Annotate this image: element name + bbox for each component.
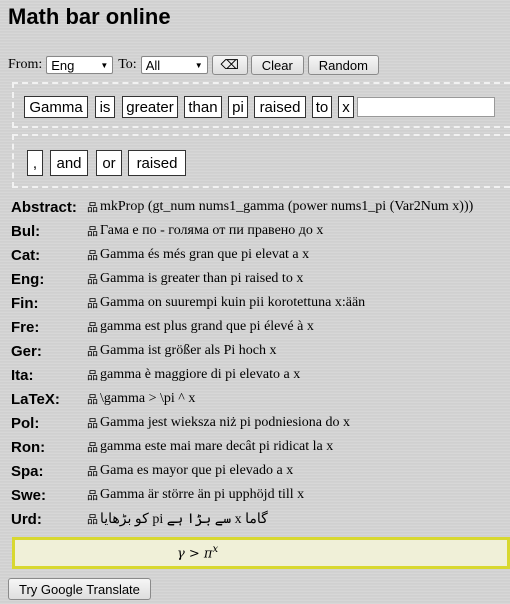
language-label: Bul:	[11, 222, 41, 240]
word-input[interactable]	[357, 97, 495, 117]
translation-text: Gamma jest wieksza niż pi podniesiona do…	[100, 415, 350, 430]
translation-row: LaTeX: 品 \gamma > \pi ^ x	[11, 389, 195, 409]
translation-text: گاما x سے بڑا ہے pi کو بڑھایا	[100, 511, 268, 527]
controls-bar: From: Eng ▼ To: All ▼ ⌫ Clear Random	[8, 55, 379, 75]
translation-row: Cat: 品 Gamma és més gran que pi elevat a…	[11, 245, 309, 265]
tree-icon[interactable]: 品	[86, 367, 99, 383]
tree-icon[interactable]: 品	[86, 511, 99, 527]
tree-icon[interactable]: 品	[86, 199, 99, 215]
tree-icon[interactable]: 品	[86, 343, 99, 359]
translation-text: Gama es mayor que pi elevado a x	[100, 463, 294, 478]
math-formula: γ > πx	[177, 544, 218, 561]
sentence-word[interactable]: greater	[122, 96, 178, 118]
translation-text: gamma è maggiore di pi elevato a x	[100, 367, 301, 382]
translation-text: Гама е по - голяма от пи правено до x	[100, 223, 324, 238]
from-language-select[interactable]: Eng ▼	[46, 56, 114, 74]
translation-row: Bul: 品 Гама е по - голяма от пи правено …	[11, 221, 323, 241]
translation-text: gamma este mai mare decât pi ridicat la …	[100, 439, 334, 454]
tree-icon[interactable]: 品	[86, 391, 99, 407]
translation-text: Gamma és més gran que pi elevat a x	[100, 247, 310, 262]
language-label: Ger:	[11, 342, 42, 360]
language-label: Urd:	[11, 510, 42, 528]
tree-icon[interactable]: 品	[86, 247, 99, 263]
language-label: Swe:	[11, 486, 47, 504]
sentence-word[interactable]: than	[184, 96, 222, 118]
translation-row: Abstract: 品 mkProp (gt_num nums1_gamma (…	[11, 197, 473, 217]
next-word-option[interactable]: and	[50, 150, 88, 176]
sentence-word[interactable]: pi	[228, 96, 248, 118]
to-language-select[interactable]: All ▼	[140, 56, 208, 74]
sentence-word[interactable]: raised	[254, 96, 306, 118]
language-label: LaTeX:	[11, 390, 60, 408]
math-exponent: x	[212, 544, 219, 555]
to-language-value: All	[145, 57, 161, 73]
translation-text: mkProp (gt_num nums1_gamma (power nums1_…	[100, 199, 474, 214]
translation-row: Fin: 品 Gamma on suurempi kuin pii korote…	[11, 293, 365, 313]
tree-icon[interactable]: 品	[86, 319, 99, 335]
tree-icon[interactable]: 品	[86, 295, 99, 311]
tree-icon[interactable]: 品	[86, 463, 99, 479]
language-label: Pol:	[11, 414, 40, 432]
translation-row: Swe: 品 Gamma är större än pi upphöjd til…	[11, 485, 304, 505]
from-label: From:	[8, 57, 43, 72]
random-button[interactable]: Random	[307, 55, 379, 75]
translation-row: Ger: 品 Gamma ist größer als Pi hoch x	[11, 341, 277, 361]
translation-row: Pol: 品 Gamma jest wieksza niż pi podnies…	[11, 413, 350, 433]
google-translate-button[interactable]: Try Google Translate	[8, 578, 151, 600]
translation-text: gamma est plus grand que pi élevé à x	[100, 319, 314, 334]
language-label: Ron:	[11, 438, 46, 456]
language-label: Fin:	[11, 294, 39, 312]
next-word-option[interactable]: ,	[27, 150, 43, 176]
language-label: Spa:	[11, 462, 44, 480]
translation-row: Fre: 品 gamma est plus grand que pi élevé…	[11, 317, 314, 337]
language-label: Eng:	[11, 270, 45, 288]
translation-text: Gamma ist größer als Pi hoch x	[100, 343, 277, 358]
sentence-word[interactable]: to	[312, 96, 332, 118]
next-word-option[interactable]: raised	[128, 150, 186, 176]
language-label: Abstract:	[11, 198, 77, 216]
translation-row: Urd: 品 گاما x سے بڑا ہے pi کو بڑھایا	[11, 509, 268, 529]
to-label: To:	[118, 57, 137, 72]
tree-icon[interactable]: 品	[86, 439, 99, 455]
sentence-word[interactable]: is	[95, 96, 115, 118]
tree-icon[interactable]: 品	[86, 415, 99, 431]
tree-icon[interactable]: 品	[86, 271, 99, 287]
language-label: Cat:	[11, 246, 41, 264]
chevron-down-icon: ▼	[194, 60, 203, 70]
chevron-down-icon: ▼	[100, 60, 109, 70]
translation-text: \gamma > \pi ^ x	[100, 391, 196, 406]
clear-button[interactable]: Clear	[250, 55, 304, 75]
translation-row: Eng: 品 Gamma is greater than pi raised t…	[11, 269, 303, 289]
page-title: Math bar online	[8, 4, 171, 29]
math-render-box: γ > πx	[12, 537, 510, 569]
tree-icon[interactable]: 品	[86, 223, 99, 239]
next-word-option[interactable]: or	[96, 150, 122, 176]
translation-text: Gamma on suurempi kuin pii korotettuna x…	[100, 295, 366, 310]
tree-icon[interactable]: 品	[86, 487, 99, 503]
from-language-value: Eng	[51, 57, 75, 73]
translation-row: Ita: 品 gamma è maggiore di pi elevato a …	[11, 365, 300, 385]
sentence-word[interactable]: x	[338, 96, 354, 118]
translation-text: Gamma is greater than pi raised to x	[100, 271, 304, 286]
math-base: γ > π	[177, 546, 213, 562]
language-label: Ita:	[11, 366, 34, 384]
translation-row: Spa: 品 Gama es mayor que pi elevado a x	[11, 461, 293, 481]
language-label: Fre:	[11, 318, 40, 336]
translation-text: Gamma är större än pi upphöjd till x	[100, 487, 305, 502]
backspace-button[interactable]: ⌫	[211, 55, 248, 75]
backspace-icon: ⌫	[220, 57, 239, 72]
translation-row: Ron: 品 gamma este mai mare decât pi ridi…	[11, 437, 333, 457]
sentence-word[interactable]: Gamma	[24, 96, 88, 118]
